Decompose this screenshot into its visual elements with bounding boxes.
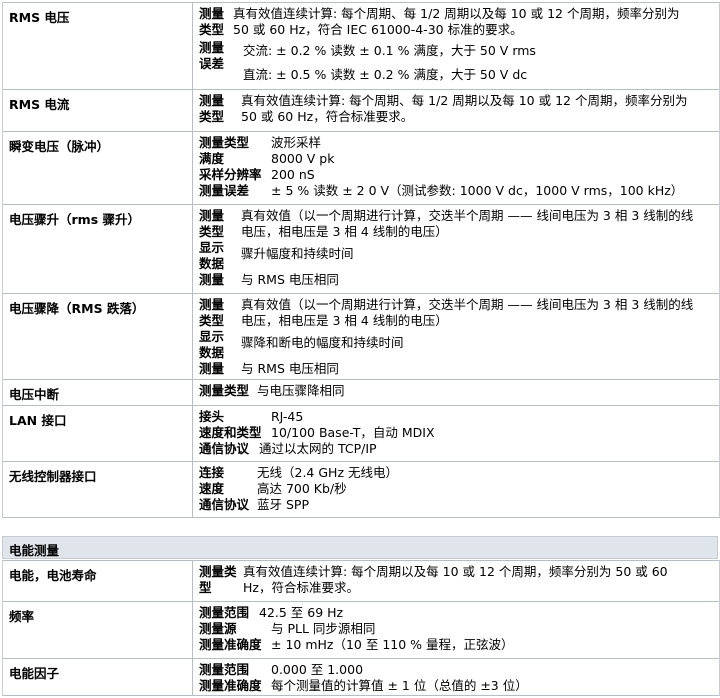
- spec-key: 测量: [199, 272, 225, 287]
- row-power-factor: 电能因子 测量范围 0.000 至 1.000 测量准确度 每个测量值的计算值 ± …: [3, 658, 719, 696]
- row-transient: 瞬变电压（脉冲） 测量类型 波形采样 满度 8000 V pk 采样分辨率 200 n…: [3, 131, 719, 204]
- spec-key: 测量误差: [199, 183, 250, 198]
- row-rms-voltage: RMS 电压 测量 类型 真有效值连续计算: 每个周期、每 1/2 周期以及每 …: [3, 2, 719, 89]
- spec-value: RJ-45: [271, 409, 304, 424]
- spec-key: 测量类型: [199, 383, 250, 398]
- row-voltage-swell: 电压骤升（rms 骤升） 测量 类型 真有效值（以一个周期进行计算，交迭半个周期…: [3, 204, 719, 293]
- spec-value: 无线（2.4 GHz 无线电）: [257, 465, 398, 480]
- spec-key: 测量 类型: [199, 6, 225, 37]
- spec-key: 测量类 型: [199, 564, 237, 595]
- row-label: 电能，电池寿命: [9, 568, 97, 583]
- row-label: 电压中断: [9, 387, 60, 402]
- spec-value: 蓝牙 SPP: [257, 497, 309, 512]
- row-label: 瞬变电压（脉冲）: [9, 139, 110, 154]
- spec-value: 42.5 至 69 Hz: [259, 605, 344, 620]
- spec-key: 测量源: [199, 621, 237, 636]
- row-value: 连接 无线（2.4 GHz 无线电） 速度 高达 700 Kb/秒 通信协议 蓝牙 S…: [192, 462, 719, 517]
- row-value: 测量范围 42.5 至 69 Hz 测量源 与 PLL 同步源相同 测量准确度 ± 1…: [192, 602, 719, 658]
- row-value: 测量 类型 真有效值（以一个周期进行计算，交迭半个周期 —— 线间电压为 3 相…: [192, 294, 719, 379]
- spec-value: 8000 V pk: [271, 151, 335, 166]
- row-label: 频率: [9, 609, 35, 624]
- spec-key: 测量范围: [199, 605, 250, 620]
- spec-value: 与 RMS 电压相同: [241, 272, 339, 287]
- spec-value: 与 PLL 同步源相同: [271, 621, 376, 636]
- row-label: RMS 电压: [9, 10, 70, 25]
- spec-key: 接头: [199, 409, 225, 424]
- row-value: 接头 RJ-45 速度和类型 10/100 Base-T，自动 MDIX 通信协议通…: [192, 406, 719, 461]
- spec-key: 显示 数据: [199, 240, 225, 271]
- row-label: 电压骤降（RMS 跌落）: [9, 301, 145, 316]
- row-rms-current: RMS 电流 测量 类型 真有效值连续计算: 每个周期、每 1/2 周期以及每 …: [3, 89, 719, 131]
- spec-key: 连接: [199, 465, 225, 480]
- row-frequency: 频率 测量范围 42.5 至 69 Hz 测量源 与 PLL 同步源相同 测量准确度…: [3, 601, 719, 658]
- spec-value: 真有效值连续计算: 每个周期以及每 10 或 12 个周期，频率分别为 50 或…: [243, 564, 668, 595]
- spec-key: 测量准确度: [199, 678, 262, 693]
- spec-key: 显示 数据: [199, 329, 225, 360]
- spec-key: 测量类型: [199, 135, 250, 150]
- spec-key: 采样分辨率: [199, 167, 262, 182]
- spec-value: 每个测量值的计算值 ± 1 位（总值的 ±3 位）: [271, 678, 528, 693]
- row-wireless-interface: 无线控制器接口 连接 无线（2.4 GHz 无线电） 速度 高达 700 Kb/秒 …: [3, 461, 719, 518]
- spec-value: 0.000 至 1.000: [271, 662, 364, 677]
- row-value: 测量类型 与电压骤降相同: [192, 380, 719, 405]
- spec-key: 测量 类型: [199, 208, 225, 239]
- row-value: 测量范围 0.000 至 1.000 测量准确度 每个测量值的计算值 ± 1 位（总…: [192, 659, 719, 695]
- spec-key: 测量 误差: [199, 40, 225, 71]
- spec-value: 波形采样: [271, 135, 322, 150]
- row-energy: 电能，电池寿命 测量类 型 真有效值连续计算: 每个周期以及每 10 或 12 …: [3, 560, 719, 601]
- spec-key: 测量范围: [199, 662, 250, 677]
- spec-value: 骤升幅度和持续时间: [241, 246, 354, 261]
- spec-value: 真有效值（以一个周期进行计算，交迭半个周期 —— 线间电压为 3 相 3 线制的…: [241, 208, 694, 239]
- spec-value: 200 nS: [271, 167, 315, 182]
- spec-value: 真有效值连续计算: 每个周期、每 1/2 周期以及每 10 或 12 个周期，频…: [233, 6, 680, 37]
- spec-key: 速度和类型: [199, 425, 262, 440]
- section-header-energy: 电能测量: [2, 536, 718, 559]
- spec-table-main: RMS 电压 测量 类型 真有效值连续计算: 每个周期、每 1/2 周期以及每 …: [2, 2, 720, 518]
- row-value: 测量类型 波形采样 满度 8000 V pk 采样分辨率 200 nS 测量误差 ± 5…: [192, 132, 719, 204]
- spec-value: 高达 700 Kb/秒: [257, 481, 347, 496]
- spec-value: 骤降和断电的幅度和持续时间: [241, 335, 404, 350]
- row-label: RMS 电流: [9, 97, 70, 112]
- row-label: 无线控制器接口: [9, 469, 97, 484]
- spec-value: 真有效值（以一个周期进行计算，交迭半个周期 —— 线间电压为 3 相 3 线制的…: [241, 297, 694, 328]
- row-voltage-sag: 电压骤降（RMS 跌落） 测量 类型 真有效值（以一个周期进行计算，交迭半个周期…: [3, 293, 719, 379]
- spec-key: 测量 类型: [199, 297, 225, 328]
- row-label: LAN 接口: [9, 413, 67, 428]
- spec-key: 速度: [199, 481, 225, 496]
- spec-value: 10/100 Base-T，自动 MDIX: [271, 425, 435, 440]
- spec-value: 真有效值连续计算: 每个周期、每 1/2 周期以及每 10 或 12 个周期，频…: [241, 93, 688, 124]
- row-lan-interface: LAN 接口 接头 RJ-45 速度和类型 10/100 Base-T，自动 MDI…: [3, 405, 719, 461]
- row-value: 测量类 型 真有效值连续计算: 每个周期以及每 10 或 12 个周期，频率分别…: [192, 561, 719, 601]
- spec-value: ± 10 mHz（10 至 110 % 量程，正弦波）: [271, 637, 514, 652]
- spec-key: 通信协议: [199, 441, 250, 456]
- spec-value: 与 RMS 电压相同: [241, 361, 339, 376]
- spec-key: 满度: [199, 151, 225, 166]
- row-voltage-interruption: 电压中断 测量类型 与电压骤降相同: [3, 379, 719, 405]
- spec-key: 测量准确度: [199, 637, 262, 652]
- row-value: 测量 类型 真有效值（以一个周期进行计算，交迭半个周期 —— 线间电压为 3 相…: [192, 205, 719, 293]
- spec-value: 与电压骤降相同: [257, 383, 345, 398]
- spec-key: 测量 类型: [199, 93, 225, 124]
- row-value: 测量 类型 真有效值连续计算: 每个周期、每 1/2 周期以及每 10 或 12…: [192, 3, 719, 89]
- row-label: 电能因子: [9, 666, 60, 681]
- spec-value: ± 5 % 读数 ± 2 0 V（测试参数: 1000 V dc，1000 V …: [271, 183, 684, 198]
- spec-value: 直流: ± 0.5 % 读数 ± 0.2 % 满度，大于 50 V dc: [243, 67, 528, 82]
- spec-key: 测量: [199, 361, 225, 376]
- row-value: 测量 类型 真有效值连续计算: 每个周期、每 1/2 周期以及每 10 或 12…: [192, 90, 719, 131]
- spec-value: 通过以太网的 TCP/IP: [259, 441, 377, 456]
- spec-value: 交流: ± 0.2 % 读数 ± 0.1 % 满度，大于 50 V rms: [243, 43, 536, 58]
- spec-table-energy: 电能，电池寿命 测量类 型 真有效值连续计算: 每个周期以及每 10 或 12 …: [2, 560, 720, 696]
- spec-key: 通信协议: [199, 497, 250, 512]
- row-label: 电压骤升（rms 骤升）: [9, 212, 140, 227]
